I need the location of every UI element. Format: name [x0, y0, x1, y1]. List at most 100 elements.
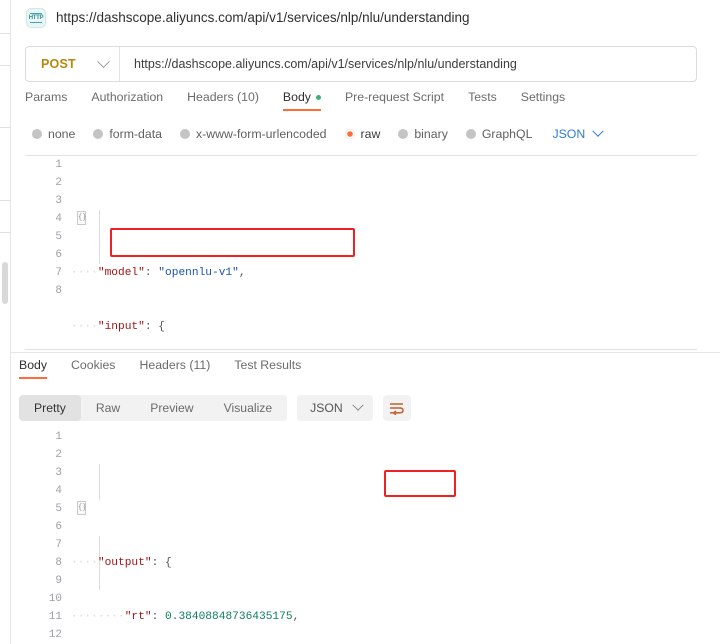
body-type-radio-group: none form-data x-www-form-urlencoded raw… [32, 124, 704, 144]
response-body-editor[interactable]: 1 2 3 4 5 6 7 8 9 10 11 12 {} ····"outpu… [25, 428, 697, 644]
tab-authorization[interactable]: Authorization [91, 90, 163, 111]
tab-settings[interactable]: Settings [521, 90, 565, 111]
line-number: 3 [55, 195, 62, 207]
line-number: 6 [55, 249, 62, 261]
tab-authorization-label: Authorization [91, 90, 164, 104]
fold-icon[interactable]: {} [77, 501, 86, 515]
line-number: 2 [55, 177, 62, 189]
body-type-form-data[interactable]: form-data [93, 127, 162, 141]
tab-settings-label: Settings [520, 90, 566, 104]
tab-params-label: Params [25, 90, 68, 104]
radio-icon [398, 129, 409, 139]
body-type-urlencoded[interactable]: x-www-form-urlencoded [179, 127, 327, 141]
tab-headers[interactable]: Headers (10) [187, 90, 259, 111]
response-tab-test-results-label: Test Results [234, 358, 302, 372]
code-line: ····"input": { [71, 321, 166, 333]
radio-icon [179, 129, 190, 139]
request-body-editor[interactable]: 1 2 3 4 5 6 7 8 {} ····"model": "opennlu… [25, 155, 697, 350]
body-type-form-data-label: form-data [109, 127, 162, 141]
response-view-mode-group: Pretty Raw Preview Visualize [19, 395, 288, 421]
line-number: 1 [55, 431, 62, 443]
line-number: 12 [48, 629, 62, 641]
response-toolbar: Pretty Raw Preview Visualize JSON [19, 395, 411, 421]
body-type-graphql-label: GraphQL [481, 127, 533, 141]
tab-pre-request-script-label: Pre-request Script [344, 90, 445, 104]
fold-icon[interactable]: {} [77, 211, 86, 225]
tab-headers-label: Headers (10) [187, 90, 259, 104]
page-title: https://dashscope.aliyuncs.com/api/v1/se… [56, 10, 470, 25]
line-number: 7 [55, 539, 62, 551]
line-number: 9 [55, 575, 62, 587]
chevron-down-icon [97, 54, 110, 68]
response-tab-headers-label: Headers (11) [139, 358, 211, 372]
url-input[interactable]: https://dashscope.aliyuncs.com/api/v1/se… [120, 47, 696, 81]
line-number: 8 [55, 285, 62, 297]
response-tab-test-results[interactable]: Test Results [234, 358, 301, 379]
body-type-raw-label: raw [360, 127, 381, 141]
radio-selected-icon [344, 129, 355, 139]
response-tab-cookies[interactable]: Cookies [71, 358, 115, 379]
response-format-label: JSON [310, 401, 343, 415]
response-gutter: 1 2 3 4 5 6 7 8 9 10 11 12 [25, 428, 71, 644]
response-code-area[interactable]: {} ····"output": { ········"rt": 0.38408… [71, 428, 697, 644]
code-line: ····"model": "opennlu-v1", [71, 267, 246, 279]
request-code-area[interactable]: {} ····"model": "opennlu-v1", ····"input… [71, 156, 697, 349]
line-number: 3 [55, 467, 62, 479]
code-line: ········"rt": 0.38408848736435175, [71, 611, 300, 623]
http-icon-label: HTTP [28, 14, 44, 21]
response-view-visualize[interactable]: Visualize [209, 395, 288, 421]
tab-pre-request-script[interactable]: Pre-request Script [345, 90, 444, 111]
sidebar-scrollbar[interactable] [2, 262, 8, 304]
tab-body-label: Body [282, 90, 311, 104]
tab-body[interactable]: Body [282, 90, 321, 111]
chevron-down-icon [592, 125, 604, 137]
method-label: POST [41, 57, 76, 71]
method-selector[interactable]: POST [26, 47, 120, 81]
response-tab-body-label: Body [19, 358, 48, 372]
body-type-none[interactable]: none [32, 127, 75, 141]
radio-icon [32, 129, 42, 139]
radio-icon [93, 129, 104, 139]
line-number: 11 [48, 611, 62, 623]
response-view-pretty[interactable]: Pretty [19, 395, 81, 421]
code-line: {} [71, 500, 697, 518]
line-number: 5 [55, 503, 62, 515]
radio-icon [465, 129, 476, 139]
word-wrap-icon [390, 402, 404, 415]
body-type-urlencoded-label: x-www-form-urlencoded [195, 127, 327, 141]
response-tab-body[interactable]: Body [19, 358, 48, 379]
code-line: {} [71, 210, 697, 228]
body-type-graphql[interactable]: GraphQL [465, 127, 533, 141]
body-type-binary[interactable]: binary [398, 127, 448, 141]
body-type-raw[interactable]: raw [344, 127, 381, 141]
body-format-selector[interactable]: JSON [552, 125, 604, 141]
code-line: ····"output": { [71, 557, 172, 569]
response-tab-cookies-label: Cookies [71, 358, 116, 372]
response-tabs: Body Cookies Headers (11) Test Results [11, 358, 720, 388]
left-sidebar-rail [0, 0, 11, 644]
line-number: 10 [48, 593, 62, 605]
line-number: 4 [55, 485, 62, 497]
response-format-selector[interactable]: JSON [297, 395, 373, 421]
request-gutter: 1 2 3 4 5 6 7 8 [25, 156, 71, 349]
tab-tests-label: Tests [468, 90, 497, 104]
url-bar: POST https://dashscope.aliyuncs.com/api/… [25, 46, 697, 82]
body-type-binary-label: binary [414, 127, 448, 141]
line-number: 8 [55, 557, 62, 569]
postman-window: HTTP https://dashscope.aliyuncs.com/api/… [0, 0, 720, 644]
word-wrap-button[interactable] [382, 395, 411, 421]
line-number: 5 [55, 231, 62, 243]
body-modified-dot-icon [315, 95, 321, 101]
line-number: 2 [55, 449, 62, 461]
response-view-raw[interactable]: Raw [81, 395, 135, 421]
chevron-down-icon [352, 399, 364, 411]
response-tab-headers[interactable]: Headers (11) [139, 358, 210, 379]
line-number: 4 [55, 213, 62, 225]
body-type-none-label: none [48, 127, 76, 141]
tab-params[interactable]: Params [25, 90, 67, 111]
body-format-label: JSON [552, 127, 586, 141]
response-view-preview[interactable]: Preview [135, 395, 208, 421]
request-tabs: Params Authorization Headers (10) Body P… [25, 90, 697, 118]
http-icon: HTTP [26, 7, 46, 28]
tab-tests[interactable]: Tests [468, 90, 497, 111]
